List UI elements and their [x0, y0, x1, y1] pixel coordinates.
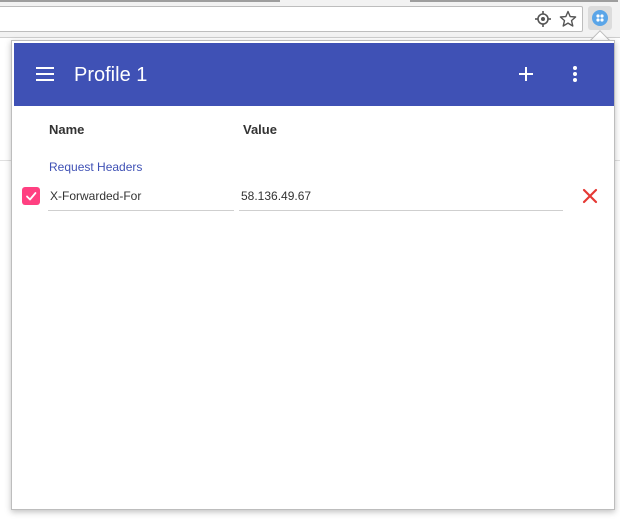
- section-label-request-headers: Request Headers: [49, 160, 143, 174]
- app-toolbar: Profile 1: [14, 43, 614, 106]
- extension-button[interactable]: [588, 6, 612, 30]
- close-icon[interactable]: [580, 186, 600, 206]
- tab-strip-edge: [410, 0, 618, 2]
- extension-badge-icon: [592, 10, 608, 26]
- column-header-value: Value: [243, 122, 277, 137]
- address-bar[interactable]: [0, 6, 583, 32]
- tab-strip-edge: [0, 0, 280, 2]
- header-name-input[interactable]: [48, 181, 234, 211]
- location-target-icon[interactable]: [534, 10, 552, 28]
- column-header-name: Name: [49, 122, 85, 137]
- extension-popup: Profile 1 Name Value Request Headers: [11, 40, 615, 510]
- profile-title: Profile 1: [74, 64, 148, 86]
- header-enabled-checkbox[interactable]: [22, 187, 40, 205]
- checkmark-icon: [26, 192, 37, 201]
- star-icon[interactable]: [559, 10, 577, 28]
- header-value-input[interactable]: [239, 181, 563, 211]
- more-vert-icon[interactable]: [564, 63, 586, 85]
- plus-icon[interactable]: [515, 63, 537, 85]
- menu-icon[interactable]: [36, 64, 56, 84]
- browser-toolbar: [0, 0, 620, 38]
